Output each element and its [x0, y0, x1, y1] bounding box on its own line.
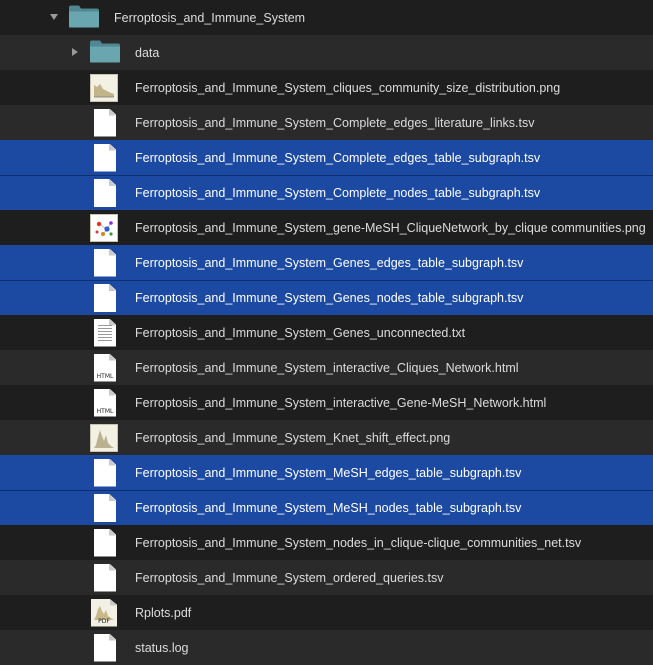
file-row[interactable]: Ferroptosis_and_Immune_System_Genes_unco… — [0, 315, 653, 350]
folder-name: Ferroptosis_and_Immune_System — [114, 10, 306, 25]
file-name: Ferroptosis_and_Immune_System_Genes_unco… — [135, 325, 466, 340]
folder-row-data[interactable]: data — [0, 35, 653, 70]
file-name: Ferroptosis_and_Immune_System_interactiv… — [135, 395, 547, 410]
file-row[interactable]: Ferroptosis_and_Immune_System_cliques_co… — [0, 70, 653, 105]
document-icon — [94, 563, 116, 592]
html-badge: HTML — [96, 407, 114, 415]
file-row[interactable]: Ferroptosis_and_Immune_System_Complete_e… — [0, 140, 653, 175]
file-row[interactable]: status.log — [0, 630, 653, 665]
file-name: status.log — [135, 640, 189, 655]
document-icon — [94, 108, 116, 137]
file-name: Ferroptosis_and_Immune_System_Complete_e… — [135, 150, 541, 165]
file-row[interactable]: HTML Ferroptosis_and_Immune_System_inter… — [0, 350, 653, 385]
document-icon — [94, 179, 116, 207]
document-icon — [94, 633, 116, 662]
file-name: Ferroptosis_and_Immune_System_ordered_qu… — [135, 570, 444, 585]
network-image-icon — [90, 213, 118, 242]
document-icon — [94, 494, 116, 522]
pdf-document-icon: PDF — [91, 598, 117, 627]
file-row[interactable]: Ferroptosis_and_Immune_System_ordered_qu… — [0, 560, 653, 595]
html-document-icon: HTML — [94, 353, 116, 382]
file-name: Ferroptosis_and_Immune_System_cliques_co… — [135, 80, 561, 95]
file-name: Ferroptosis_and_Immune_System_MeSH_edges… — [135, 465, 522, 480]
document-icon — [94, 284, 116, 312]
file-row[interactable]: Ferroptosis_and_Immune_System_MeSH_nodes… — [0, 490, 653, 525]
file-name: Ferroptosis_and_Immune_System_Genes_node… — [135, 291, 524, 305]
file-name: Ferroptosis_and_Immune_System_interactiv… — [135, 360, 519, 375]
disclosure-collapsed-icon[interactable] — [69, 46, 81, 58]
folder-icon — [89, 39, 121, 66]
document-icon — [94, 458, 116, 487]
file-name: Ferroptosis_and_Immune_System_Genes_edge… — [135, 255, 524, 270]
file-row[interactable]: Ferroptosis_and_Immune_System_gene-MeSH_… — [0, 210, 653, 245]
file-row[interactable]: Ferroptosis_and_Immune_System_Genes_node… — [0, 280, 653, 315]
html-document-icon: HTML — [94, 388, 116, 417]
file-row[interactable]: Ferroptosis_and_Immune_System_Genes_edge… — [0, 245, 653, 280]
folder-row-root[interactable]: Ferroptosis_and_Immune_System — [0, 0, 653, 35]
folder-name: data — [135, 45, 160, 60]
file-name: Ferroptosis_and_Immune_System_gene-MeSH_… — [135, 220, 646, 235]
text-document-icon — [94, 318, 116, 347]
file-row[interactable]: HTML Ferroptosis_and_Immune_System_inter… — [0, 385, 653, 420]
file-row[interactable]: Ferroptosis_and_Immune_System_Knet_shift… — [0, 420, 653, 455]
document-icon — [94, 528, 116, 557]
file-row[interactable]: Ferroptosis_and_Immune_System_nodes_in_c… — [0, 525, 653, 560]
html-badge: HTML — [96, 372, 114, 380]
pdf-badge: PDF — [98, 617, 110, 625]
file-row[interactable]: PDF Rplots.pdf — [0, 595, 653, 630]
file-name: Ferroptosis_and_Immune_System_MeSH_nodes… — [135, 501, 522, 515]
file-name: Ferroptosis_and_Immune_System_Knet_shift… — [135, 430, 451, 445]
file-row[interactable]: Ferroptosis_and_Immune_System_Complete_n… — [0, 175, 653, 210]
folder-icon — [68, 4, 100, 31]
disclosure-expanded-icon[interactable] — [48, 11, 60, 23]
file-list: Ferroptosis_and_Immune_System data Ferro… — [0, 0, 653, 665]
file-row[interactable]: Ferroptosis_and_Immune_System_Complete_e… — [0, 105, 653, 140]
file-row[interactable]: Ferroptosis_and_Immune_System_MeSH_edges… — [0, 455, 653, 490]
file-name: Rplots.pdf — [135, 605, 192, 620]
document-icon — [94, 248, 116, 277]
image-thumbnail-icon — [90, 423, 118, 452]
file-name: Ferroptosis_and_Immune_System_nodes_in_c… — [135, 535, 582, 550]
file-name: Ferroptosis_and_Immune_System_Complete_e… — [135, 115, 535, 130]
document-icon — [94, 143, 116, 172]
image-thumbnail-icon — [90, 73, 118, 102]
file-name: Ferroptosis_and_Immune_System_Complete_n… — [135, 186, 541, 200]
